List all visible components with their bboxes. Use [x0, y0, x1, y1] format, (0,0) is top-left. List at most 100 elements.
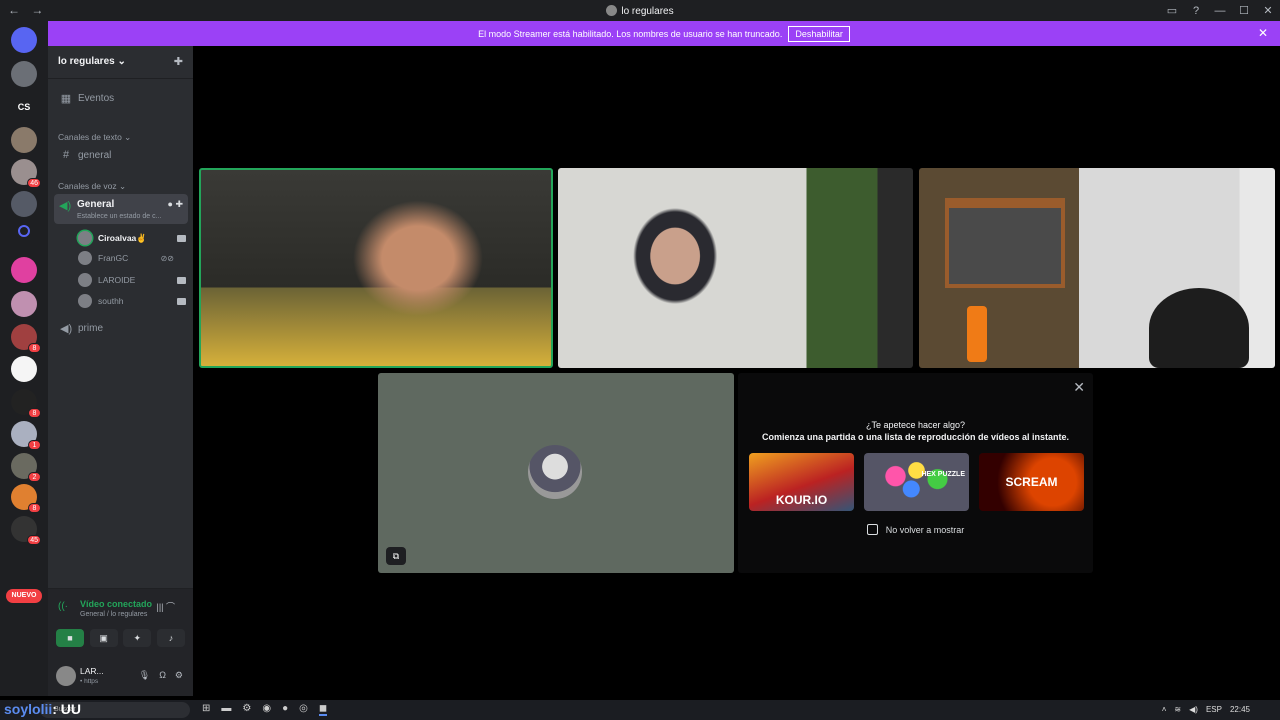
voice-category[interactable]: Canales de voz ⌄	[58, 181, 126, 192]
microphone-icon[interactable]: 🎙	[139, 670, 150, 681]
chat-icon[interactable]: ● ✚	[168, 199, 183, 210]
folder-icon[interactable]: ▬	[221, 703, 231, 716]
activity-card-kour[interactable]: KOUR.IO	[749, 453, 854, 511]
discord-icon[interactable]: ◼	[318, 703, 328, 716]
avatar	[78, 251, 92, 265]
task-view-icon[interactable]: ⊞	[202, 703, 210, 716]
voice-status[interactable]: Establece un estado de c...	[77, 213, 161, 220]
member-name: southh	[98, 296, 124, 306]
checkbox-label: No volver a mostrar	[885, 525, 965, 535]
close-icon[interactable]: ✕	[1258, 26, 1268, 40]
guild-icon[interactable]: 8	[11, 389, 41, 418]
guild-icon[interactable]: 46	[11, 159, 41, 188]
events-item[interactable]: ▦ Eventos	[54, 88, 188, 108]
signal-icon[interactable]: ((·	[58, 601, 68, 612]
pop-out-icon[interactable]: ⧉	[386, 547, 406, 565]
channel-label: prime	[78, 322, 104, 334]
calendar-icon: ▦	[60, 92, 72, 105]
headphones-icon[interactable]: Ω	[159, 670, 166, 681]
guild-icon[interactable]	[11, 257, 37, 283]
dont-show-again[interactable]: No volver a mostrar	[738, 524, 1093, 535]
connection-status[interactable]: Vídeo conectado	[80, 599, 152, 609]
disable-button[interactable]: Deshabilitar	[788, 25, 850, 42]
guild-icon[interactable]: 2	[11, 453, 41, 482]
connection-channel[interactable]: General / lo regulares	[80, 611, 147, 618]
guild-icon[interactable]: 45	[11, 516, 41, 545]
camera-button[interactable]: ■	[56, 629, 84, 647]
activity-card-scream[interactable]: SCREAM	[979, 453, 1084, 511]
minimize-button[interactable]: —	[1208, 5, 1232, 17]
guild-icon[interactable]	[11, 127, 37, 153]
chrome-icon[interactable]: ◉	[262, 703, 271, 716]
camera-icon	[177, 234, 186, 242]
clock[interactable]: 22:45	[1230, 705, 1250, 714]
guild-icon[interactable]	[11, 191, 37, 217]
avatar	[78, 273, 92, 287]
folder-icon[interactable]	[18, 225, 30, 237]
voice-channel-name: General	[77, 199, 115, 210]
guild-icon[interactable]: 8	[11, 484, 41, 513]
activity-description: Comienza una partida o una lista de repr…	[761, 432, 1070, 442]
channel-general[interactable]: # general	[54, 145, 188, 165]
guild-icon-cs[interactable]: CS	[11, 94, 37, 120]
title-bar: ← → lo regulares ▭ ? — ☐ ✕	[0, 0, 1280, 21]
banner-text: El modo Streamer está habilitado. Los no…	[478, 28, 783, 39]
add-member-icon[interactable]: ✚	[174, 55, 183, 68]
voice-connection-panel: ((· Vídeo conectado General / lo regular…	[48, 588, 193, 658]
guild-icon[interactable]: 1	[11, 421, 41, 450]
voice-member[interactable]: Ciroalvaa✌	[78, 230, 186, 246]
obs-icon[interactable]: ◎	[299, 703, 308, 716]
language-indicator[interactable]: ESP	[1206, 705, 1222, 714]
user-name[interactable]: LAR...	[80, 666, 104, 676]
events-label: Eventos	[78, 92, 115, 104]
video-tile[interactable]	[558, 168, 913, 368]
brand-name: soylolii	[4, 701, 53, 717]
avatar	[78, 231, 92, 245]
discord-home-icon[interactable]	[11, 27, 37, 53]
member-name: FranGC	[98, 253, 129, 263]
chevron-up-icon[interactable]: ˄	[1162, 705, 1167, 714]
guild-icon[interactable]	[11, 356, 37, 382]
activity-card-hex-puzzle[interactable]: HEX PUZZLE	[864, 453, 969, 511]
window-controls: ▭ ? — ☐ ✕	[1160, 0, 1280, 21]
video-tile-no-camera[interactable]: ⧉	[378, 373, 734, 573]
voice-member[interactable]: southh	[78, 293, 186, 309]
server-name[interactable]: lo regulares ⌄	[58, 56, 126, 67]
settings-icon[interactable]: ⚙	[242, 703, 251, 716]
wifi-icon[interactable]: ≋	[1174, 705, 1181, 714]
screen-share-button[interactable]: ▣	[89, 629, 118, 647]
camera-icon	[177, 297, 186, 305]
help-icon[interactable]: ?	[1184, 5, 1208, 17]
gear-icon[interactable]: ⚙	[175, 670, 183, 681]
guild-icon[interactable]	[11, 61, 37, 87]
text-category[interactable]: Canales de texto ⌄	[58, 132, 131, 143]
hash-icon: #	[62, 149, 70, 161]
video-tile[interactable]	[199, 168, 553, 368]
mention-badge: 46	[27, 178, 41, 188]
activity-suggestion: ✕ ¿Te apetece hacer algo? Comienza una p…	[738, 373, 1093, 573]
checkbox[interactable]	[866, 524, 878, 535]
close-window-button[interactable]: ✕	[1256, 4, 1280, 17]
video-tile[interactable]	[919, 168, 1275, 368]
disconnect-icon[interactable]: ||| ⌒	[156, 600, 175, 613]
soundboard-button[interactable]: ♪	[156, 629, 185, 647]
inbox-icon[interactable]: ▭	[1160, 4, 1184, 17]
maximize-button[interactable]: ☐	[1232, 4, 1256, 17]
volume-icon[interactable]: ◀)	[1189, 705, 1198, 714]
guild-icon[interactable]	[11, 291, 37, 317]
activities-button[interactable]: ✦	[123, 629, 152, 647]
voice-member[interactable]: FranGC ⊘⊘	[78, 250, 186, 266]
voice-channel-prime[interactable]: ◀) prime	[54, 318, 188, 338]
avatar[interactable]	[56, 666, 76, 686]
brand-suffix: : UU	[52, 701, 82, 717]
close-icon[interactable]: ✕	[1073, 379, 1085, 396]
voice-channel-general[interactable]: ◀) General Establece un estado de c... ●…	[54, 194, 188, 224]
guild-icon[interactable]: 8	[11, 324, 41, 353]
mention-badge: 8	[28, 408, 41, 418]
new-badge[interactable]: NUEVO	[6, 589, 42, 603]
member-name: LAROIDE	[98, 275, 136, 285]
voice-member[interactable]: LAROIDE	[78, 272, 186, 288]
streamer-mode-banner: El modo Streamer está habilitado. Los no…	[48, 21, 1280, 46]
user-controls: 🎙 Ω ⚙	[139, 670, 183, 681]
spotify-icon[interactable]: ●	[282, 703, 288, 716]
